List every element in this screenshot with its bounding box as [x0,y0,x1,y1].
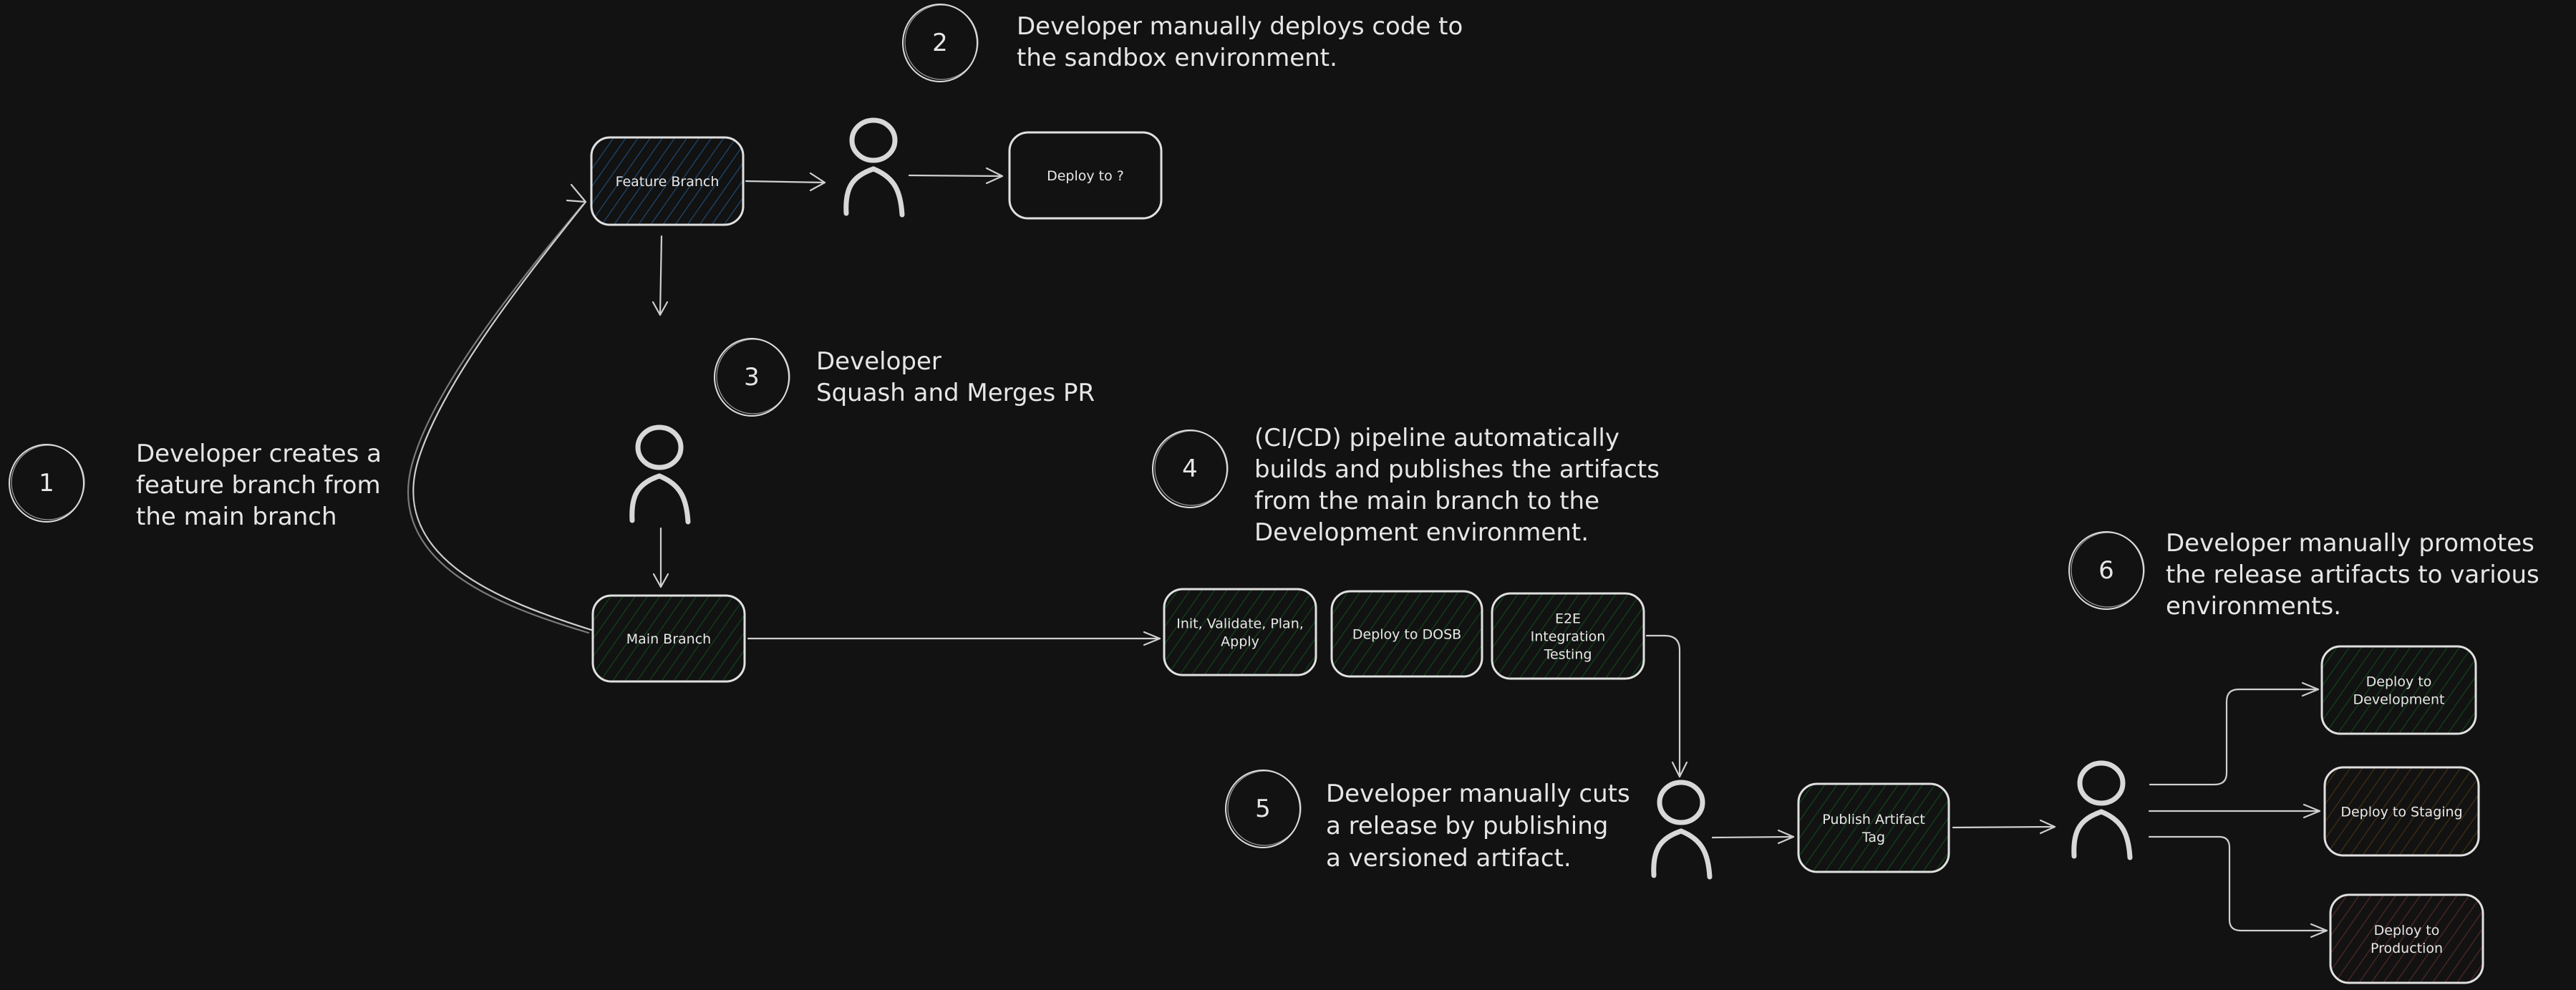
step-note-line: builds and publishes the artifacts [1254,455,1660,484]
node-label: Integration [1531,629,1606,645]
node-deploy-staging[interactable]: Deploy to Staging [2323,766,2480,857]
step-number: 4 [1182,455,1198,483]
step-note-line: (CI/CD) pipeline automatically [1254,424,1619,452]
actor-developer-promote [2071,760,2133,860]
step-note-line: feature branch from [136,471,381,500]
actor-developer-release [1651,780,1713,880]
step-3: 3 Developer Squash and Merges PR [714,338,1095,417]
step-number: 2 [932,29,948,57]
arrow-e2e-to-developer-release [1645,634,1681,778]
node-publish-tag[interactable]: Publish Artifact Tag [1797,782,1950,873]
node-e2e-testing[interactable]: E2E Integration Testing [1491,592,1645,680]
arrow-main-to-feature [412,200,593,631]
step-note-line: environments. [2166,592,2341,621]
node-label: Development [2353,692,2445,708]
node-fill [2330,895,2483,983]
step-note-line: Developer manually cuts [1326,780,1630,808]
person-body-icon [1651,828,1713,880]
node-label: Testing [1544,647,1592,663]
person-head-icon [1657,780,1705,825]
step-note-line: Developer creates a [136,440,382,468]
person-body-icon [843,166,905,218]
node-feature-branch[interactable]: Feature Branch [590,136,745,226]
arrow-feature-to-developer-merge [659,235,663,316]
step-note-line: the sandbox environment. [1017,44,1337,72]
person-head-icon [2077,760,2126,806]
node-label: E2E [1555,611,1581,627]
step-note-line: Development environment. [1254,518,1589,547]
arrow-to-development [2149,688,2320,786]
node-deploy-development[interactable]: Deploy to Development [2320,645,2477,735]
person-head-icon [635,424,684,470]
arrow-feature-to-developer [745,180,826,184]
arrow-developer-to-publish [1711,835,1795,839]
node-label: Production [2371,941,2443,956]
step-4: 4 (CI/CD) pipeline automatically builds an… [1152,424,1660,547]
arrow-publish-to-developer-promote [1952,825,2056,829]
node-label: Apply [1221,634,1259,650]
steps: 1 Developer creates a feature branch from t… [9,4,2539,873]
person-body-icon [629,473,691,525]
step-note-line: the release artifacts to various [2166,560,2539,589]
node-label: Deploy to ? [1047,168,1124,184]
arrowhead [566,183,587,203]
node-fill [2322,646,2476,734]
step-5: 5 Developer manually cuts a release by pub… [1225,770,1630,873]
step-number: 6 [2098,556,2114,585]
actor-developer-merge [629,424,691,525]
node-deploy-production[interactable]: Deploy to Production [2329,893,2484,984]
step-note-line: from the main branch to the [1254,487,1599,515]
node-label: Deploy to DOSB [1352,627,1461,643]
node-deploy-dosb[interactable]: Deploy to DOSB [1330,590,1483,678]
node-label: Deploy to Staging [2340,805,2462,820]
step-note-line: the main branch [136,503,337,531]
node-label: Deploy to [2374,923,2440,938]
step-6: 6 Developer manually promotesthe release … [2068,529,2539,621]
step-number: 5 [1255,795,1271,823]
node-init-validate[interactable]: Init, Validate, Plan, Apply [1163,588,1317,676]
node-label: Deploy to [2366,674,2432,690]
node-fill [1164,589,1316,675]
step-note-line: Developer manually deploys code to [1017,12,1463,41]
person-body-icon [2071,809,2133,860]
node-deploy-unknown[interactable]: Deploy to ? [1008,131,1163,220]
step-note-line: a versioned artifact. [1326,844,1572,873]
actor-developer-sandbox [843,117,905,218]
person-head-icon [849,117,898,163]
step-note-line: Squash and Merges PR [816,379,1095,407]
step-2: 2 Developer manually deploys code to the s… [902,4,1463,82]
node-label: Feature Branch [616,174,720,190]
step-note-line: Developer [816,347,941,376]
node-label: Publish Artifact [1822,812,1925,828]
node-label: Main Branch [626,631,711,647]
step-note-line: Developer manually promotes [2166,529,2534,558]
node-label: Init, Validate, Plan, [1176,616,1304,632]
step-1: 1 Developer creates a feature branch from t… [9,440,382,531]
node-fill [1798,784,1949,872]
pipeline-diagram: Feature Branch Deploy to ? Main Branch Init… [9,4,2539,984]
node-label: Tag [1861,830,1885,845]
step-number: 1 [39,469,54,498]
arrow-developer-to-deploy-unknown [908,174,1004,178]
step-note-line: a release by publishing [1326,812,1608,840]
step-number: 3 [744,363,760,392]
arrow-to-production [2148,835,2328,932]
node-main-branch[interactable]: Main Branch [591,594,746,683]
